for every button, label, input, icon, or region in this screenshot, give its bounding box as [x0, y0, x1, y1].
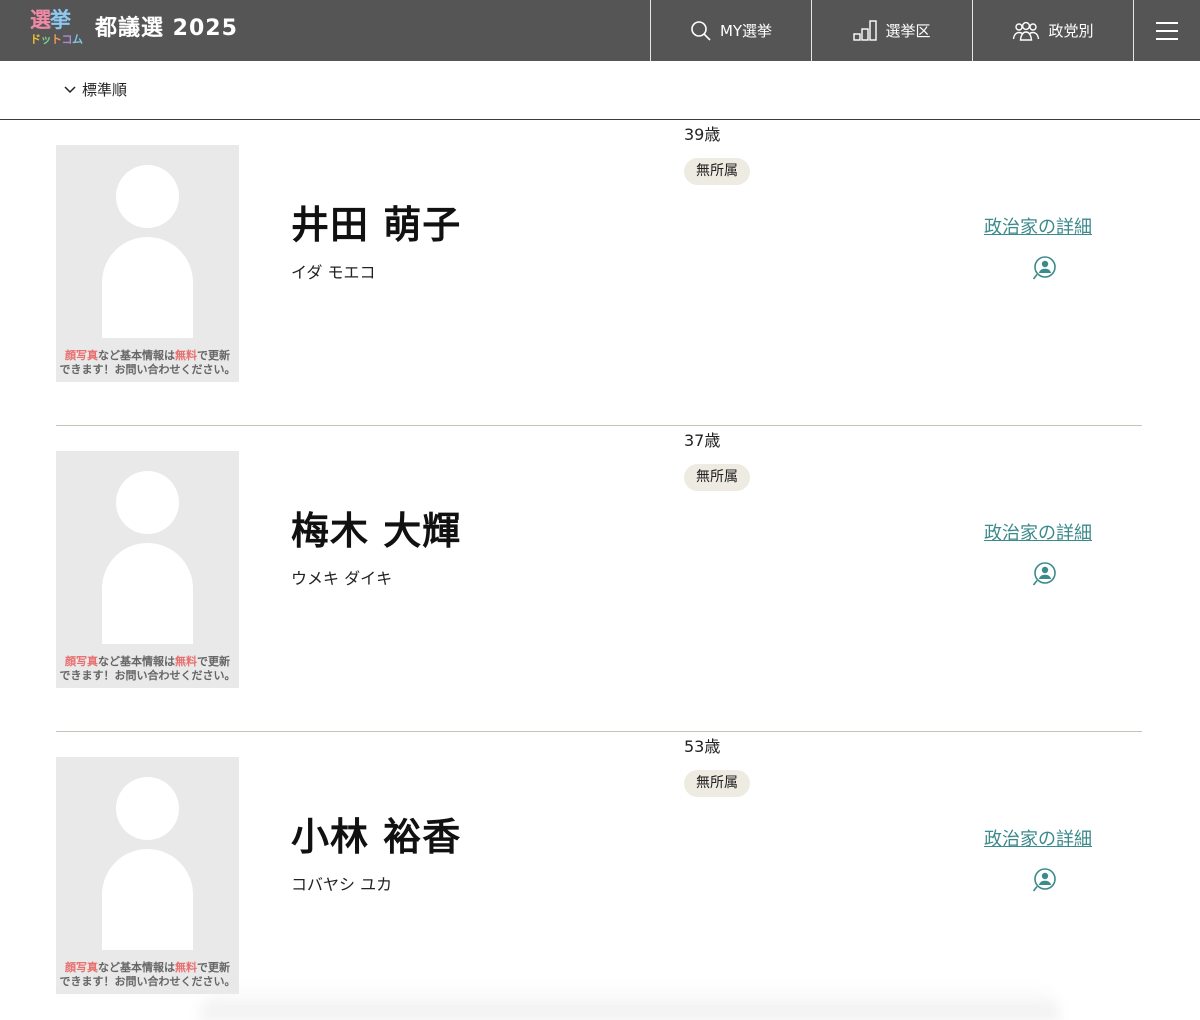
candidate-name: 梅木 大輝 — [291, 509, 462, 553]
site-logo[interactable]: 選挙 ドットコム — [30, 8, 83, 52]
menu-button[interactable] — [1133, 0, 1200, 61]
nav-my-election-label: MY選挙 — [719, 22, 773, 40]
user-search-icon[interactable] — [1032, 561, 1058, 587]
candidate-age: 37歳 — [684, 431, 721, 450]
user-search-icon[interactable] — [1032, 867, 1058, 893]
avatar-body-silhouette — [102, 543, 193, 644]
avatar-head-silhouette — [116, 165, 179, 228]
logo-char: ド — [30, 33, 41, 46]
candidate-name: 井田 萌子 — [291, 203, 462, 247]
sort-bar: 標準順 — [0, 61, 1200, 120]
logo-char: ト — [51, 33, 62, 46]
avatar-body-silhouette — [102, 237, 193, 338]
avatar-head-silhouette — [116, 471, 179, 534]
logo-char: 挙 — [50, 8, 71, 32]
candidate-kana: ウメキ ダイキ — [291, 569, 393, 588]
candidate-photo-placeholder: 顔写真など基本情報は無料で更新 できます！お問い合わせください。 — [56, 145, 239, 382]
avatar-head-silhouette — [116, 777, 179, 840]
candidate-card: 顔写真など基本情報は無料で更新 できます！お問い合わせください。 井田 萌子 イ… — [56, 120, 1142, 426]
nav-party[interactable]: 政党別 — [972, 0, 1133, 61]
candidate-card: 顔写真など基本情報は無料で更新 できます！お問い合わせください。 小林 裕香 コ… — [56, 732, 1142, 1020]
sort-order-toggle[interactable]: 標準順 — [64, 79, 127, 100]
candidate-photo-placeholder: 顔写真など基本情報は無料で更新 できます！お問い合わせください。 — [56, 757, 239, 994]
user-search-icon[interactable] — [1032, 255, 1058, 281]
chevron-down-icon — [64, 85, 76, 93]
party-badge: 無所属 — [684, 464, 750, 491]
nav-district-label: 選挙区 — [885, 22, 931, 40]
photo-update-notice: 顔写真など基本情報は無料で更新 できます！お問い合わせください。 — [59, 349, 236, 376]
district-icon — [853, 19, 878, 41]
site-title[interactable]: 都議選 2025 — [95, 15, 238, 43]
candidate-age: 39歳 — [684, 125, 721, 144]
candidate-name: 小林 裕香 — [291, 815, 462, 859]
candidate-kana: イダ モエコ — [291, 263, 376, 282]
bottom-fade-shadow — [200, 985, 1060, 1020]
party-badge: 無所属 — [684, 158, 750, 185]
candidate-kana: コバヤシ ユカ — [291, 875, 393, 894]
logo-char: コ — [61, 33, 73, 46]
avatar-body-silhouette — [102, 849, 193, 950]
candidate-card: 顔写真など基本情報は無料で更新 できます！お問い合わせください。 梅木 大輝 ウ… — [56, 426, 1142, 732]
candidate-photo-placeholder: 顔写真など基本情報は無料で更新 できます！お問い合わせください。 — [56, 451, 239, 688]
hamburger-menu-icon — [1156, 21, 1178, 40]
site-header: 選挙 ドットコム 都議選 2025 MY選挙 選挙区 政党別 — [0, 0, 1200, 61]
logo-char: ッ — [40, 33, 52, 46]
candidate-age: 53歳 — [684, 737, 721, 756]
politician-detail-link[interactable]: 政治家の詳細 — [984, 216, 1092, 240]
sort-order-label: 標準順 — [82, 81, 128, 99]
search-icon — [691, 20, 711, 41]
nav-my-election[interactable]: MY選挙 — [650, 0, 811, 61]
photo-update-notice: 顔写真など基本情報は無料で更新 できます！お問い合わせください。 — [59, 655, 236, 682]
photo-update-notice: 顔写真など基本情報は無料で更新 できます！お問い合わせください。 — [59, 961, 236, 988]
logo-char: 選 — [30, 8, 51, 32]
people-group-icon — [1013, 21, 1040, 41]
nav-party-label: 政党別 — [1048, 22, 1094, 40]
nav-district[interactable]: 選挙区 — [811, 0, 972, 61]
party-badge: 無所属 — [684, 770, 750, 797]
politician-detail-link[interactable]: 政治家の詳細 — [984, 828, 1092, 852]
logo-char: ム — [72, 33, 83, 46]
politician-detail-link[interactable]: 政治家の詳細 — [984, 522, 1092, 546]
